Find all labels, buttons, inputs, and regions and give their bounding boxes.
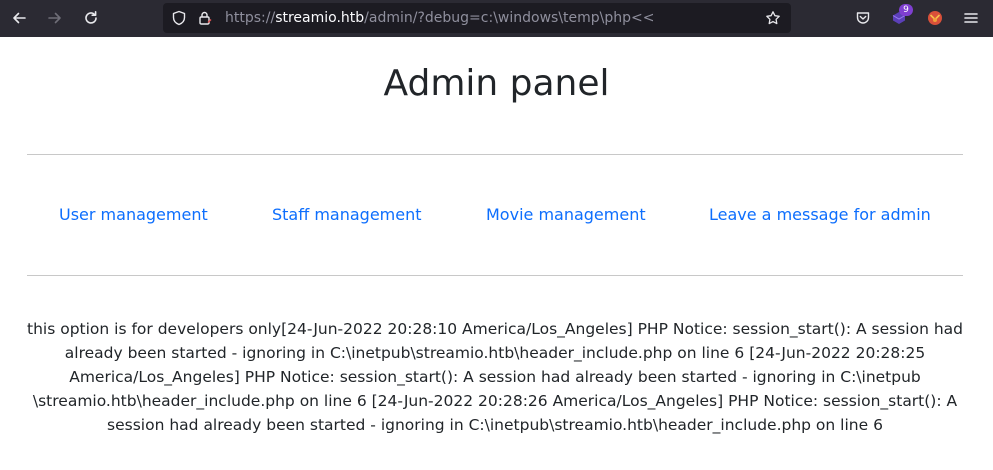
nav-link-movie-management[interactable]: Movie management	[486, 205, 646, 225]
admin-nav: User management Staff management Movie m…	[0, 205, 993, 227]
url-scheme: https://	[225, 10, 276, 26]
nav-link-staff-management[interactable]: Staff management	[272, 205, 422, 225]
back-button[interactable]	[6, 6, 32, 30]
url-text[interactable]: https://streamio.htb/admin/?debug=c:\win…	[225, 9, 655, 27]
fox-icon	[928, 11, 942, 25]
browser-toolbar: https://streamio.htb/admin/?debug=c:\win…	[0, 0, 993, 37]
lock-icon[interactable]	[197, 10, 213, 26]
pocket-button[interactable]	[850, 6, 876, 30]
url-host: streamio.htb	[275, 10, 365, 26]
divider-top	[27, 154, 963, 155]
reload-button[interactable]	[78, 6, 104, 30]
nav-link-leave-message[interactable]: Leave a message for admin	[709, 205, 931, 225]
debug-output: this option is for developers only[24-Ju…	[27, 320, 963, 434]
arrow-right-icon	[48, 12, 61, 24]
arrow-left-icon	[13, 12, 26, 24]
reload-icon	[85, 11, 97, 24]
nav-link-user-management[interactable]: User management	[59, 205, 208, 225]
divider-bottom	[27, 275, 963, 276]
forward-button[interactable]	[42, 6, 68, 30]
hamburger-menu-icon	[964, 13, 978, 23]
shield-icon[interactable]	[171, 10, 187, 26]
star-icon[interactable]	[765, 10, 781, 26]
foxyproxy-button[interactable]	[922, 6, 948, 30]
extension-badge: 9	[899, 4, 913, 16]
menu-button[interactable]	[958, 6, 984, 30]
page-content: Admin panel User management Staff manage…	[0, 37, 993, 470]
url-bar[interactable]: https://streamio.htb/admin/?debug=c:\win…	[163, 3, 791, 33]
url-path: /admin/?debug=c:\windows\temp\php<<	[364, 10, 655, 26]
pocket-icon	[856, 12, 870, 24]
page-title: Admin panel	[383, 63, 610, 104]
